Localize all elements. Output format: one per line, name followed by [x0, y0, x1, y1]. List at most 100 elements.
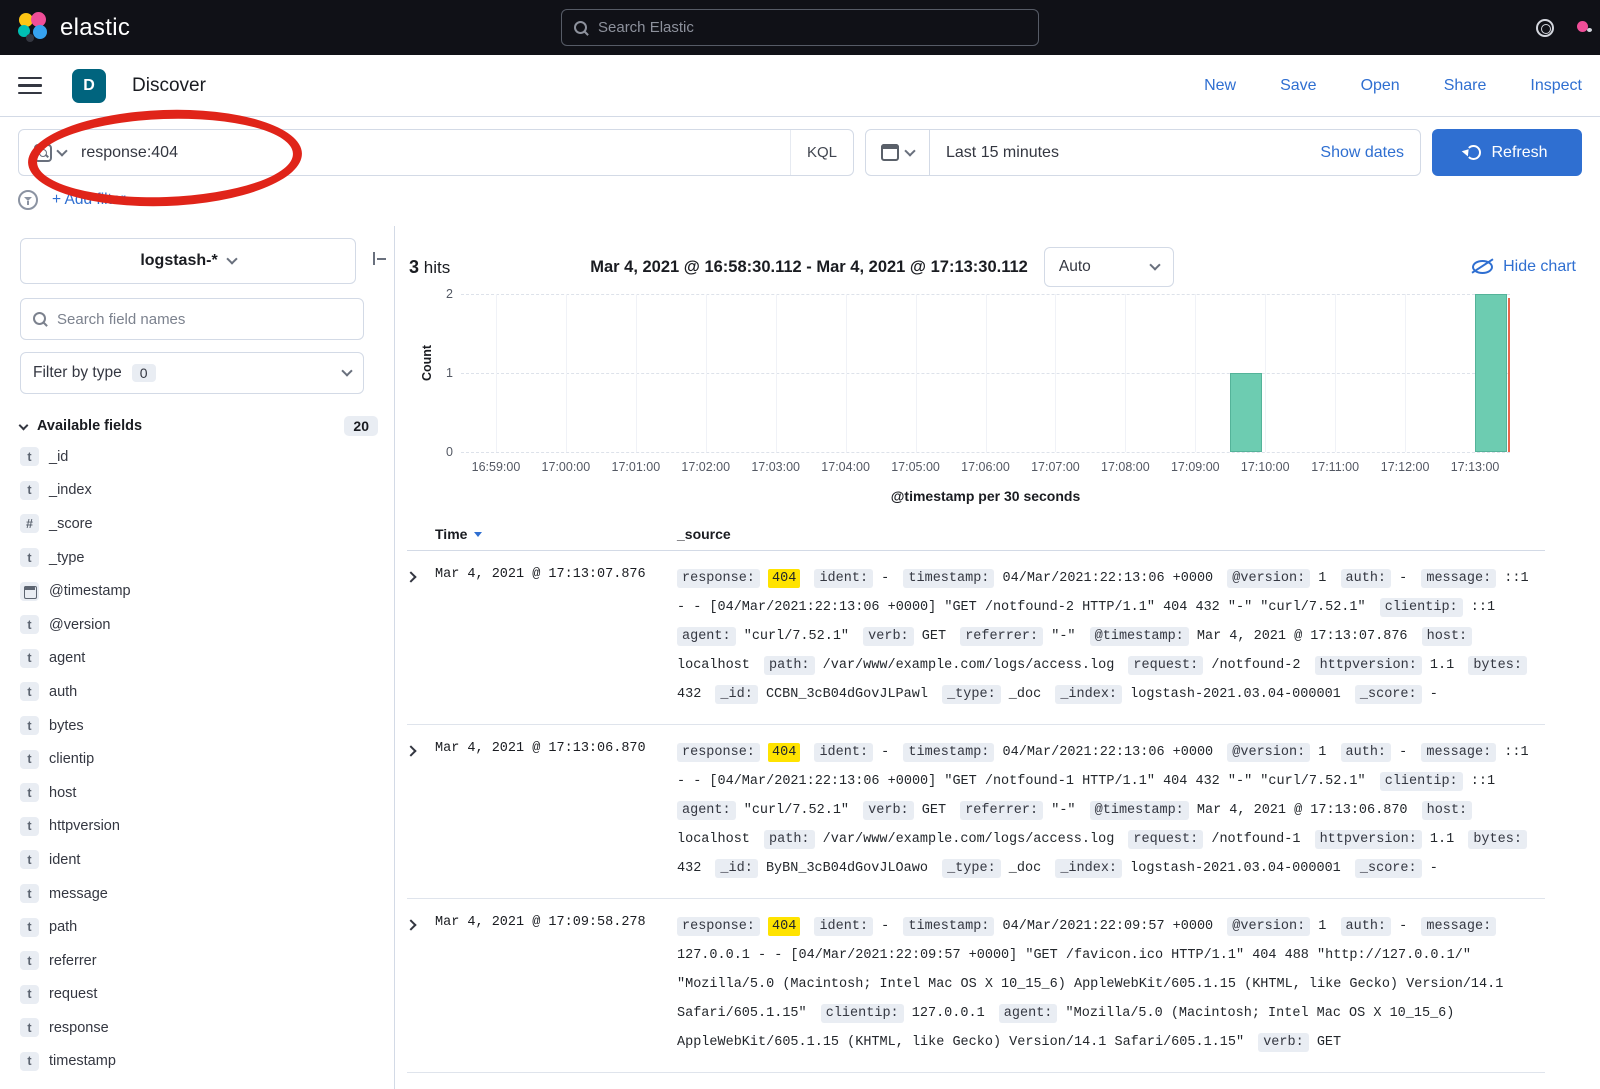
field-list-item[interactable]: t@version	[0, 608, 394, 642]
field-list-item[interactable]: tagent	[0, 642, 394, 676]
field-list-item[interactable]: tresponse	[0, 1011, 394, 1045]
source-field-name: path:	[764, 830, 815, 849]
interval-select[interactable]: Auto	[1044, 247, 1174, 287]
field-list-item[interactable]: tclientip	[0, 742, 394, 776]
doc-time: Mar 4, 2021 @ 17:09:58.278	[435, 912, 677, 1057]
field-list-item[interactable]: ttimestamp	[0, 1045, 394, 1079]
source-field-value: 1	[1318, 919, 1326, 934]
header-action-save[interactable]: Save	[1280, 77, 1316, 95]
source-field-value: Mar 4, 2021 @ 17:13:07.876	[1197, 629, 1408, 644]
expand-row-button[interactable]	[405, 919, 416, 930]
chevron-down-icon	[1149, 259, 1160, 270]
field-list-item[interactable]: trequest	[0, 978, 394, 1012]
field-list-item[interactable]: #_score	[0, 507, 394, 541]
field-type-icon: t	[20, 884, 39, 903]
field-list-item[interactable]: treferrer	[0, 944, 394, 978]
source-field-name: response:	[677, 569, 760, 588]
source-column-header: _source	[677, 526, 1545, 542]
available-fields-header[interactable]: Available fields 20	[20, 416, 378, 436]
chevron-down-icon	[19, 420, 29, 430]
source-field-value: 04/Mar/2021:22:13:06 +0000	[1003, 571, 1214, 586]
x-axis-tick-label: 17:03:00	[751, 460, 800, 474]
field-list-item[interactable]: t_type	[0, 541, 394, 575]
doc-table-row: Mar 4, 2021 @ 17:13:07.876response: 404 …	[407, 551, 1545, 725]
source-field-name: agent:	[677, 627, 736, 646]
query-input[interactable]	[81, 144, 790, 162]
field-type-icon: t	[20, 1018, 39, 1037]
current-time-marker	[1508, 298, 1510, 452]
interval-value: Auto	[1059, 258, 1091, 276]
source-field-name: path:	[764, 656, 815, 675]
source-field-name: referrer:	[960, 801, 1043, 820]
header-action-share[interactable]: Share	[1444, 77, 1487, 95]
source-field-value: logstash-2021.03.04-000001	[1130, 861, 1341, 876]
source-field-value: 432	[677, 861, 701, 876]
field-search-input[interactable]	[57, 311, 351, 328]
source-field-name: request:	[1128, 656, 1203, 675]
refresh-button-label: Refresh	[1491, 144, 1547, 162]
x-gridline	[1405, 294, 1406, 452]
show-dates-button[interactable]: Show dates	[1320, 144, 1420, 162]
field-list-item[interactable]: @timestamp	[0, 574, 394, 608]
filter-bar: + Add filter	[0, 184, 1600, 226]
chevron-down-icon	[341, 365, 352, 376]
help-icon[interactable]	[1536, 19, 1554, 37]
results-header: 3 hits Mar 4, 2021 @ 16:58:30.112 - Mar …	[395, 226, 1600, 288]
histogram-bar[interactable]	[1475, 294, 1507, 452]
menu-button[interactable]	[18, 77, 42, 95]
field-list-item[interactable]: t_id	[0, 440, 394, 474]
filter-menu-icon[interactable]	[18, 190, 38, 210]
field-type-icon: t	[20, 817, 39, 836]
expand-row-button[interactable]	[405, 745, 416, 756]
field-list-item[interactable]: t_index	[0, 474, 394, 508]
time-range-button[interactable]: Last 15 minutes	[930, 144, 1059, 162]
source-field-name: httpversion:	[1315, 830, 1422, 849]
field-list-item[interactable]: tident	[0, 843, 394, 877]
global-search-input[interactable]	[598, 19, 1026, 36]
source-field-value: 1	[1318, 745, 1326, 760]
source-field-value: 127.0.0.1	[912, 1006, 985, 1021]
histogram-plot: 012	[461, 294, 1510, 452]
space-avatar[interactable]: D	[72, 69, 106, 103]
field-search-box[interactable]	[20, 298, 364, 340]
source-field-name: _index:	[1055, 859, 1122, 878]
elastic-logo-icon	[18, 12, 50, 44]
field-list-item[interactable]: tauth	[0, 675, 394, 709]
field-name-label: auth	[49, 684, 77, 700]
doc-time: Mar 4, 2021 @ 17:13:06.870	[435, 738, 677, 883]
filter-by-type-button[interactable]: Filter by type 0	[20, 352, 364, 394]
header-action-open[interactable]: Open	[1361, 77, 1400, 95]
field-list-item[interactable]: thttpversion	[0, 810, 394, 844]
query-language-button[interactable]: KQL	[790, 130, 853, 175]
field-name-label: path	[49, 919, 77, 935]
histogram-bar[interactable]	[1230, 373, 1262, 452]
field-list-item[interactable]: tbytes	[0, 709, 394, 743]
chevron-down-icon	[56, 145, 67, 156]
global-search-box[interactable]	[561, 9, 1039, 46]
field-list-item[interactable]: tmessage	[0, 877, 394, 911]
expand-row-button[interactable]	[405, 571, 416, 582]
source-field-value: localhost	[677, 658, 750, 673]
source-field-value: CCBN_3cB04dGovJLPawl	[766, 687, 928, 702]
header-action-new[interactable]: New	[1204, 77, 1236, 95]
header-action-inspect[interactable]: Inspect	[1530, 77, 1582, 95]
field-type-icon: t	[20, 615, 39, 634]
saved-query-menu-button[interactable]	[19, 130, 81, 175]
x-gridline	[1055, 294, 1056, 452]
time-header-label: Time	[435, 526, 467, 542]
source-field-name: auth:	[1341, 917, 1392, 936]
date-quick-menu-button[interactable]	[866, 130, 930, 175]
header-actions: New Save Open Share Inspect	[1204, 77, 1582, 95]
hide-chart-button[interactable]: Hide chart	[1472, 258, 1576, 276]
collapse-sidebar-button[interactable]	[371, 250, 389, 268]
source-field-value: -	[1399, 745, 1407, 760]
refresh-button[interactable]: Refresh	[1432, 129, 1582, 176]
field-list-item[interactable]: tpath	[0, 910, 394, 944]
hide-chart-label: Hide chart	[1503, 258, 1576, 276]
add-filter-button[interactable]: + Add filter	[52, 191, 126, 209]
time-column-header[interactable]: Time	[435, 526, 677, 542]
index-pattern-selector[interactable]: logstash-*	[20, 238, 356, 284]
source-field-name: verb:	[1258, 1033, 1309, 1052]
field-list-item[interactable]: thost	[0, 776, 394, 810]
elastic-brand[interactable]: elastic	[18, 12, 130, 44]
